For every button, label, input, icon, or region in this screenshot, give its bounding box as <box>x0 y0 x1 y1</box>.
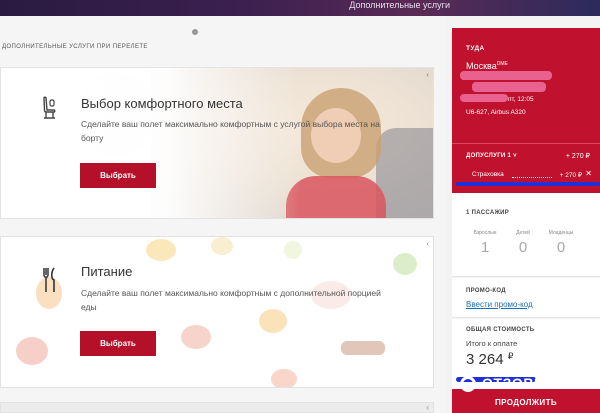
watermark-circle-icon <box>460 376 476 392</box>
top-banner: Дополнительные услуги <box>0 0 600 16</box>
departure-datetime: пт, 12:05 <box>508 96 534 103</box>
carousel-dot[interactable] <box>192 29 198 35</box>
passengers-section: 1 ПАССАЖИР Взрослые 1 Детей 0 Младенцы 0 <box>452 193 600 277</box>
watermark-logo: ОТЗОВИК® <box>460 374 600 394</box>
insurance-amount: + 270 ₽ <box>559 172 582 179</box>
extras-amount: + 270 ₽ <box>565 153 590 160</box>
girl-shirt-image <box>286 176 386 218</box>
departure-city: МоскваDME <box>466 61 508 71</box>
highlight-mark <box>456 182 600 186</box>
enter-promo-link[interactable]: Ввести промо-код <box>466 300 533 309</box>
promo-section: ПРОМО-КОД Ввести промо-код <box>452 278 600 318</box>
trip-direction-label: ТУДА <box>466 45 485 52</box>
trip-outbound: ТУДА МоскваDME пт, 12:05 U6-627, Airbus … <box>452 28 600 143</box>
infants-count: Младенцы 0 <box>541 230 581 256</box>
passengers-label: 1 ПАССАЖИР <box>466 210 510 216</box>
card-description: Сделайте ваш полет максимально комфортны… <box>81 288 381 312</box>
seat-selection-card: ‹ Выбор комфортного места Сделайте ваш п… <box>0 67 434 219</box>
total-value: 3 264 <box>466 351 504 368</box>
extras-summary: ДОПУСЛУГИ 1 ˅ + 270 ₽ Страховка + 270 ₽ … <box>452 143 600 193</box>
pax-count: 0 <box>556 239 566 256</box>
pax-type-label: Взрослые <box>473 230 497 236</box>
meal-card: ‹ Питание Сделайте ваш полет максимально… <box>0 236 434 388</box>
children-count: Детей 0 <box>503 230 543 256</box>
chevron-left-icon[interactable]: ‹ <box>426 403 429 412</box>
section-title: ДОПОЛНИТЕЛЬНЫЕ УСЛУГИ ПРИ ПЕРЕЛЕТЕ <box>2 44 148 50</box>
redacted-mark <box>460 94 508 102</box>
extras-label[interactable]: ДОПУСЛУГИ 1 ˅ <box>466 153 517 159</box>
pax-count: 0 <box>518 239 528 256</box>
redacted-mark <box>460 71 552 80</box>
city-name: Москва <box>466 61 497 71</box>
airport-code: DME <box>496 61 508 67</box>
adults-count: Взрослые 1 <box>465 230 505 256</box>
redacted-mark <box>472 82 546 92</box>
dotted-leader <box>512 171 552 178</box>
card-title: Выбор комфортного места <box>81 96 243 111</box>
currency-symbol: ₽ <box>507 351 514 361</box>
seat-icon <box>41 96 57 126</box>
select-seat-button[interactable]: Выбрать <box>80 163 156 188</box>
chevron-left-icon[interactable]: ‹ <box>426 239 429 248</box>
fork-knife-icon <box>41 267 59 299</box>
promo-label: ПРОМО-КОД <box>466 288 506 294</box>
next-service-card: ‹ <box>0 402 434 413</box>
chevron-left-icon[interactable]: ‹ <box>426 70 429 79</box>
order-summary-sidebar: ТУДА МоскваDME пт, 12:05 U6-627, Airbus … <box>452 16 600 413</box>
select-meal-button[interactable]: Выбрать <box>80 331 156 356</box>
pax-type-label: Детей <box>516 230 530 236</box>
remove-insurance-icon[interactable]: ✕ <box>585 169 592 178</box>
pax-count: 1 <box>480 239 490 256</box>
header-text: Дополнительные услуги <box>349 0 450 10</box>
card-description: Сделайте ваш полет максимально комфортны… <box>81 119 380 143</box>
flight-number: U6-627, Airbus A320 <box>466 109 526 116</box>
pax-type-label: Младенцы <box>548 230 574 236</box>
insurance-label: Страховка <box>472 171 504 178</box>
card-title: Питание <box>81 264 133 279</box>
total-sublabel: Итого к оплате <box>466 339 518 348</box>
watermark-text: ОТЗОВИК® <box>482 375 559 391</box>
total-amount: 3 264 ₽ <box>466 351 513 368</box>
total-label: ОБЩАЯ СТОИМОСТЬ <box>466 327 535 333</box>
